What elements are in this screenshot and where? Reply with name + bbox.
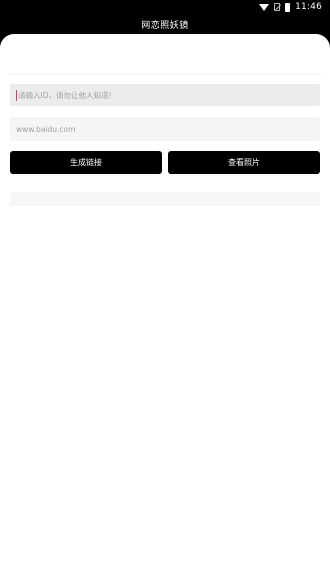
view-photos-button[interactable]: 查看照片 bbox=[168, 151, 320, 174]
url-input[interactable]: www.baidu.com bbox=[10, 117, 320, 141]
text-cursor bbox=[16, 89, 17, 101]
battery-icon bbox=[285, 2, 291, 12]
phone-screen: 11:46 网恋照妖镜 请输入ID，请勿让他人知道! www.baidu.com… bbox=[0, 0, 330, 587]
id-input[interactable]: 请输入ID，请勿让他人知道! bbox=[10, 84, 320, 106]
status-time: 11:46 bbox=[295, 2, 322, 12]
content-card: 请输入ID，请勿让他人知道! www.baidu.com 生成链接 查看照片 bbox=[0, 34, 330, 587]
no-sim-icon bbox=[274, 3, 281, 11]
status-bar: 11:46 bbox=[0, 0, 330, 14]
generate-link-button[interactable]: 生成链接 bbox=[10, 151, 162, 174]
divider bbox=[8, 74, 322, 75]
url-input-placeholder: www.baidu.com bbox=[16, 124, 76, 134]
page-title: 网恋照妖镜 bbox=[141, 20, 189, 31]
result-panel bbox=[10, 192, 320, 206]
app-header: 网恋照妖镜 bbox=[0, 14, 330, 34]
status-icons: 11:46 bbox=[259, 2, 322, 12]
id-input-placeholder: 请输入ID，请勿让他人知道! bbox=[18, 90, 112, 100]
wifi-icon bbox=[259, 3, 270, 11]
